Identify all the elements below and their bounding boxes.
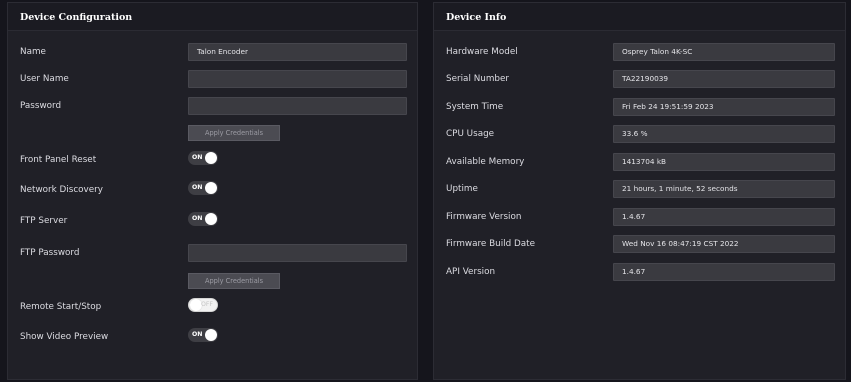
ftp-server-label: FTP Server [20,216,68,226]
ftp-server-toggle-state: ON [192,215,203,222]
show-video-preview-label: Show Video Preview [20,332,109,342]
system-time-value: Fri Feb 24 19:51:59 2023 [613,98,835,116]
remote-start-stop-row: Remote Start/Stop OFF [20,298,407,316]
info-row-firmware-version: Firmware Version 1.4.67 [446,208,835,226]
info-row-firmware-build-date: Firmware Build Date Wed Nov 16 08:47:19 … [446,235,835,253]
info-row-cpu-usage: CPU Usage 33.6 % [446,125,835,143]
toggle-knob [205,152,217,164]
apply-credentials-button[interactable]: Apply Credentials [188,125,280,141]
ftp-password-row: FTP Password [20,244,407,262]
front-panel-reset-toggle-state: ON [192,154,203,161]
user-name-label: User Name [20,74,69,84]
remote-start-stop-toggle[interactable]: OFF [188,298,218,312]
user-name-input[interactable] [188,70,407,88]
serial-number-label: Serial Number [446,74,510,84]
apply-credentials-row: Apply Credentials [20,125,407,143]
name-row: Name Talon Encoder [20,43,407,61]
info-row-api-version: API Version 1.4.67 [446,263,835,281]
remote-start-stop-label: Remote Start/Stop [20,302,102,312]
device-info-title: Device Info [434,3,845,31]
serial-number-value: TA22190039 [613,70,835,88]
user-name-row: User Name [20,70,407,88]
uptime-label: Uptime [446,184,478,194]
network-discovery-toggle[interactable]: ON [188,181,218,195]
available-memory-value: 1413704 kB [613,153,835,171]
info-row-hardware-model: Hardware Model Osprey Talon 4K-SC [446,43,835,61]
device-configuration-panel: Device Configuration Name Talon Encoder … [7,2,418,380]
cpu-usage-value: 33.6 % [613,125,835,143]
show-video-preview-toggle-state: ON [192,331,203,338]
front-panel-reset-toggle[interactable]: ON [188,151,218,165]
password-input[interactable] [188,97,407,115]
available-memory-label: Available Memory [446,157,525,167]
name-input[interactable]: Talon Encoder [188,43,407,61]
toggle-knob [205,213,217,225]
show-video-preview-row: Show Video Preview ON [20,328,407,346]
firmware-version-label: Firmware Version [446,212,522,222]
system-time-label: System Time [446,102,504,112]
firmware-build-date-value: Wed Nov 16 08:47:19 CST 2022 [613,235,835,253]
info-row-system-time: System Time Fri Feb 24 19:51:59 2023 [446,98,835,116]
info-row-uptime: Uptime 21 hours, 1 minute, 52 seconds [446,180,835,198]
hardware-model-value: Osprey Talon 4K-SC [613,43,835,61]
toggle-knob [205,182,217,194]
firmware-build-date-label: Firmware Build Date [446,239,536,249]
network-discovery-row: Network Discovery ON [20,181,407,199]
apply-ftp-credentials-button[interactable]: Apply Credentials [188,273,280,289]
front-panel-reset-row: Front Panel Reset ON [20,151,407,169]
ftp-server-row: FTP Server ON [20,212,407,230]
device-info-panel: Device Info Hardware Model Osprey Talon … [433,2,846,380]
device-configuration-title: Device Configuration [8,3,417,31]
network-discovery-label: Network Discovery [20,185,103,195]
ftp-password-label: FTP Password [20,248,80,258]
toggle-knob [205,329,217,341]
show-video-preview-toggle[interactable]: ON [188,328,218,342]
password-row: Password [20,97,407,115]
ftp-server-toggle[interactable]: ON [188,212,218,226]
api-version-value: 1.4.67 [613,263,835,281]
uptime-value: 21 hours, 1 minute, 52 seconds [613,180,835,198]
firmware-version-value: 1.4.67 [613,208,835,226]
password-label: Password [20,101,62,111]
info-row-serial-number: Serial Number TA22190039 [446,70,835,88]
api-version-label: API Version [446,267,496,277]
remote-start-stop-toggle-state: OFF [201,301,213,308]
hardware-model-label: Hardware Model [446,47,518,57]
cpu-usage-label: CPU Usage [446,129,495,139]
apply-ftp-credentials-row: Apply Credentials [20,273,407,291]
info-row-available-memory: Available Memory 1413704 kB [446,153,835,171]
name-label: Name [20,47,46,57]
ftp-password-input[interactable] [188,244,407,262]
network-discovery-toggle-state: ON [192,184,203,191]
front-panel-reset-label: Front Panel Reset [20,155,97,165]
